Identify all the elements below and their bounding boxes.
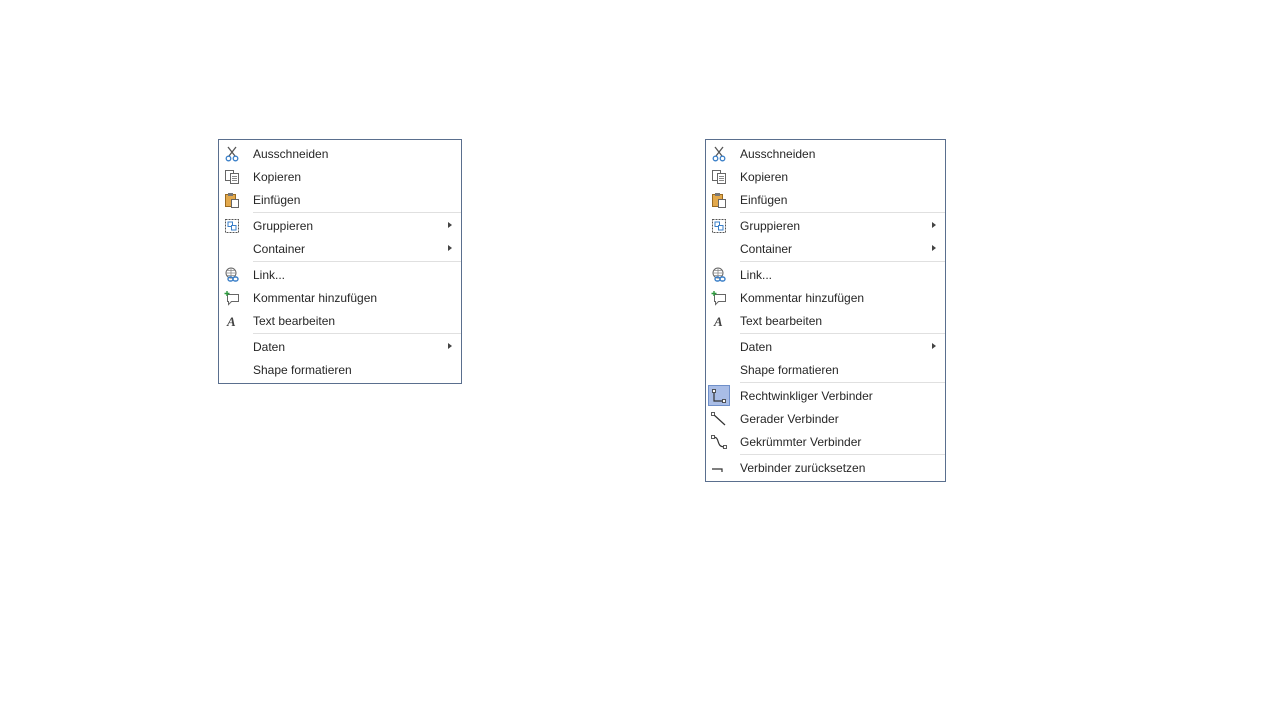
separator — [740, 454, 945, 455]
submenu-arrow-icon — [932, 245, 936, 251]
separator — [253, 261, 461, 262]
submenu-arrow-icon — [932, 343, 936, 349]
group-icon — [709, 216, 729, 235]
copy-icon — [709, 167, 729, 186]
menu-item-edit-text[interactable]: A Text bearbeiten — [706, 309, 945, 332]
submenu-arrow-icon — [448, 245, 452, 251]
menu-item-label: Kommentar hinzufügen — [740, 290, 865, 305]
menu-item-copy[interactable]: Kopieren — [706, 165, 945, 188]
submenu-arrow-icon — [932, 222, 936, 228]
menu-item-label: Kopieren — [253, 169, 302, 184]
menu-item-label: Text bearbeiten — [740, 313, 823, 328]
comment-icon — [709, 288, 729, 307]
menu-item-copy[interactable]: Kopieren — [219, 165, 461, 188]
menu-item-label: Einfügen — [253, 192, 301, 207]
separator — [253, 212, 461, 213]
separator — [253, 333, 461, 334]
menu-item-label: Gruppieren — [740, 218, 801, 233]
menu-item-link[interactable]: Link... — [219, 263, 461, 286]
copy-icon — [222, 167, 242, 186]
separator — [740, 333, 945, 334]
menu-item-label: Container — [740, 241, 793, 256]
svg-text:A: A — [226, 314, 236, 329]
menu-item-label: Ausschneiden — [253, 146, 329, 161]
menu-item-label: Shape formatieren — [253, 362, 352, 377]
group-icon — [222, 216, 242, 235]
menu-item-label: Gekrümmter Verbinder — [740, 434, 862, 449]
menu-item-label: Link... — [253, 267, 286, 282]
menu-item-container[interactable]: Container — [219, 237, 461, 260]
menu-item-add-comment[interactable]: Kommentar hinzufügen — [706, 286, 945, 309]
menu-item-label: Shape formatieren — [740, 362, 839, 377]
paste-icon — [709, 190, 729, 209]
comment-icon — [222, 288, 242, 307]
menu-item-label: Rechtwinkliger Verbinder — [740, 388, 873, 403]
menu-item-curved-connector[interactable]: Gekrümmter Verbinder — [706, 430, 945, 453]
scissors-icon — [709, 144, 729, 163]
menu-item-add-comment[interactable]: Kommentar hinzufügen — [219, 286, 461, 309]
context-menu-left: Ausschneiden Kopieren Einfügen Gruppiere… — [218, 139, 462, 384]
separator — [740, 212, 945, 213]
straight-connector-icon — [709, 409, 729, 428]
link-icon — [222, 265, 242, 284]
text-icon: A — [709, 311, 729, 330]
menu-item-label: Ausschneiden — [740, 146, 816, 161]
menu-item-label: Daten — [253, 339, 286, 354]
menu-item-right-angle-connector[interactable]: Rechtwinkliger Verbinder — [706, 384, 945, 407]
menu-item-container[interactable]: Container — [706, 237, 945, 260]
menu-item-label: Text bearbeiten — [253, 313, 336, 328]
curved-connector-icon — [709, 432, 729, 451]
separator — [740, 261, 945, 262]
submenu-arrow-icon — [448, 343, 452, 349]
link-icon — [709, 265, 729, 284]
menu-item-format-shape[interactable]: Shape formatieren — [706, 358, 945, 381]
menu-item-reset-connector[interactable]: Verbinder zurücksetzen — [706, 456, 945, 479]
scissors-icon — [222, 144, 242, 163]
right-angle-connector-icon — [708, 385, 730, 406]
menu-item-edit-text[interactable]: A Text bearbeiten — [219, 309, 461, 332]
menu-item-label: Verbinder zurücksetzen — [740, 460, 866, 475]
menu-item-label: Daten — [740, 339, 773, 354]
menu-item-label: Gruppieren — [253, 218, 314, 233]
reset-connector-icon — [709, 458, 729, 477]
svg-text:A: A — [713, 314, 723, 329]
menu-item-group[interactable]: Gruppieren — [706, 214, 945, 237]
text-icon: A — [222, 311, 242, 330]
paste-icon — [222, 190, 242, 209]
menu-item-data[interactable]: Daten — [219, 335, 461, 358]
menu-item-group[interactable]: Gruppieren — [219, 214, 461, 237]
menu-item-format-shape[interactable]: Shape formatieren — [219, 358, 461, 381]
menu-item-data[interactable]: Daten — [706, 335, 945, 358]
menu-item-label: Container — [253, 241, 306, 256]
menu-item-label: Kommentar hinzufügen — [253, 290, 378, 305]
menu-item-label: Kopieren — [740, 169, 789, 184]
menu-item-link[interactable]: Link... — [706, 263, 945, 286]
menu-item-label: Gerader Verbinder — [740, 411, 839, 426]
menu-item-straight-connector[interactable]: Gerader Verbinder — [706, 407, 945, 430]
menu-item-paste[interactable]: Einfügen — [219, 188, 461, 211]
menu-item-cut[interactable]: Ausschneiden — [706, 142, 945, 165]
menu-item-paste[interactable]: Einfügen — [706, 188, 945, 211]
separator — [740, 382, 945, 383]
context-menu-right: Ausschneiden Kopieren Einfügen Gruppiere… — [705, 139, 946, 482]
menu-item-label: Einfügen — [740, 192, 788, 207]
submenu-arrow-icon — [448, 222, 452, 228]
menu-item-cut[interactable]: Ausschneiden — [219, 142, 461, 165]
menu-item-label: Link... — [740, 267, 773, 282]
